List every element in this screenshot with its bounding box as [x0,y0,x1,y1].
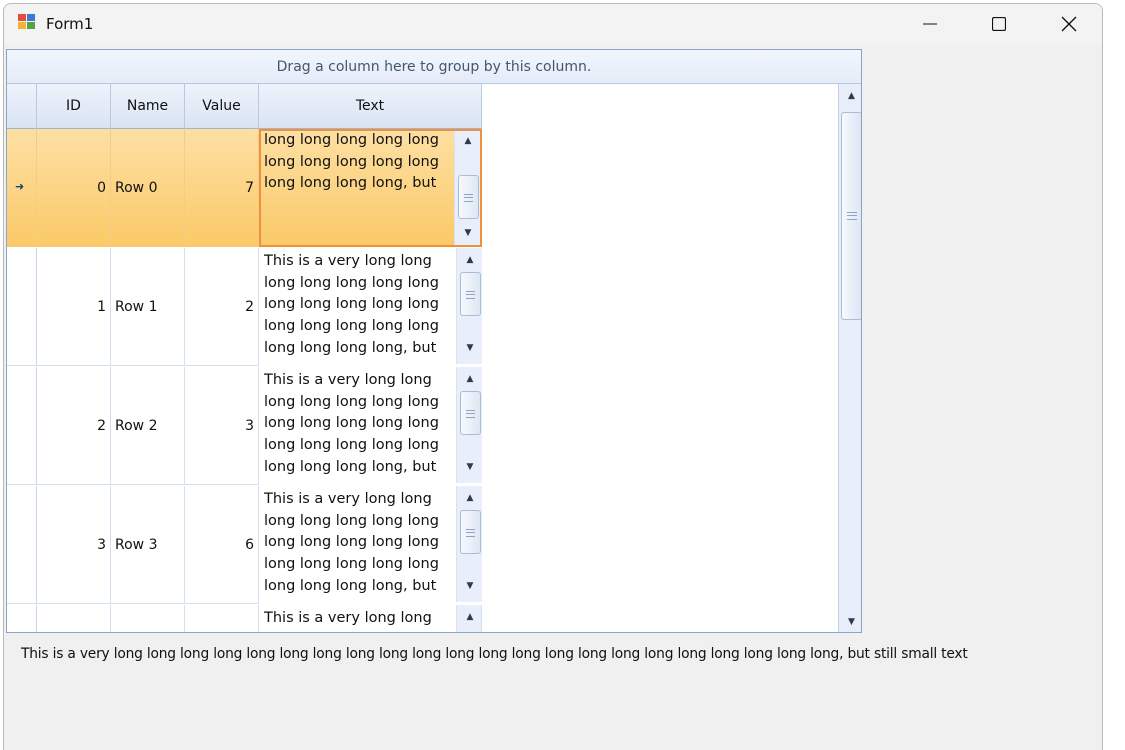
cell-name[interactable] [111,605,185,632]
cell-id[interactable]: 0 [37,129,111,247]
scroll-thumb[interactable] [460,510,481,554]
scroll-up-arrow-icon[interactable]: ▲ [457,250,483,270]
cell-id[interactable] [37,605,111,632]
long-text-label: This is a very long long long long long … [21,646,968,662]
column-header-text[interactable]: Text [259,84,482,129]
memo-text[interactable]: This is a very long long long long long … [264,489,454,598]
scroll-down-arrow-icon[interactable]: ▼ [455,223,481,243]
cell-id[interactable]: 2 [37,367,111,485]
scroll-down-arrow-icon[interactable]: ▼ [457,576,483,596]
scroll-thumb[interactable] [458,175,479,219]
memo-text[interactable]: long long long long long long long long … [264,130,454,195]
scroll-up-arrow-icon[interactable]: ▲ [455,131,481,151]
cell-name[interactable]: Row 0 [111,129,185,247]
scroll-up-arrow-icon[interactable]: ▲ [839,84,861,108]
memo-editor[interactable]: This is a very long long long long long … [259,486,482,604]
scroll-up-arrow-icon[interactable]: ▲ [457,607,481,627]
memo-editor[interactable]: long long long long long long long long … [259,129,482,247]
cell-value[interactable]: 2 [185,248,259,366]
column-header-id[interactable]: ID [37,84,111,129]
row-indicator-cell[interactable] [7,367,37,485]
maximize-icon [992,17,1006,31]
scroll-up-arrow-icon[interactable]: ▲ [457,369,483,389]
close-icon [1061,16,1077,32]
scroll-down-arrow-icon[interactable]: ▼ [457,457,483,477]
form1-window: Form1 Drag a column here to group by thi… [3,3,1103,750]
memo-scrollbar[interactable]: ▲ ▼ [456,486,482,602]
memo-scrollbar[interactable]: ▲ ▼ [456,248,482,364]
cell-value[interactable]: 6 [185,486,259,604]
cell-id[interactable]: 1 [37,248,111,366]
row-indicator-cell[interactable] [7,486,37,604]
memo-editor[interactable]: This is a very long long long long long … [259,248,482,366]
row-indicator-cell[interactable] [7,605,37,632]
cell-value[interactable]: 3 [185,367,259,485]
group-by-panel[interactable]: Drag a column here to group by this colu… [7,50,861,84]
grid-vertical-scrollbar[interactable]: ▲ ▼ [838,84,861,632]
scroll-thumb[interactable] [460,391,481,435]
header-indicator-cell[interactable] [7,84,37,129]
memo-scrollbar[interactable]: ▲ [456,605,481,632]
scroll-thumb[interactable] [460,272,481,316]
cell-text[interactable]: This is a very long long ▲ [259,605,482,632]
window-title: Form1 [46,15,94,33]
cell-name[interactable]: Row 3 [111,486,185,604]
row-pointer-icon: ➜ [15,180,25,193]
cell-text[interactable]: long long long long long long long long … [259,129,482,247]
memo-text[interactable]: This is a very long long long long long … [264,251,454,360]
scroll-down-arrow-icon[interactable]: ▼ [457,338,483,358]
scroll-thumb[interactable] [841,112,861,320]
cell-name[interactable]: Row 1 [111,248,185,366]
memo-scrollbar[interactable]: ▲ ▼ [456,367,482,483]
cell-text[interactable]: This is a very long long long long long … [259,486,482,604]
winforms-app-icon [18,14,36,31]
minimize-icon [923,23,937,25]
maximize-button[interactable] [964,4,1034,44]
title-bar[interactable]: Form1 [4,4,1102,44]
cell-text[interactable]: This is a very long long long long long … [259,248,482,366]
column-header-value[interactable]: Value [185,84,259,129]
scroll-up-arrow-icon[interactable]: ▲ [457,488,483,508]
memo-editor[interactable]: This is a very long long long long long … [259,367,482,485]
cell-value[interactable] [185,605,259,632]
memo-editor[interactable]: This is a very long long ▲ [259,605,481,632]
cell-value[interactable]: 7 [185,129,259,247]
close-button[interactable] [1034,4,1102,44]
memo-text[interactable]: This is a very long long long long long … [264,370,454,479]
cell-id[interactable]: 3 [37,486,111,604]
data-grid[interactable]: Drag a column here to group by this colu… [6,49,862,633]
column-header-name[interactable]: Name [111,84,185,129]
row-indicator-cell[interactable]: ➜ [7,129,37,247]
scroll-down-arrow-icon[interactable]: ▼ [839,610,861,632]
memo-scrollbar[interactable]: ▲ ▼ [454,131,480,245]
memo-text[interactable]: This is a very long long [264,608,454,630]
cell-name[interactable]: Row 2 [111,367,185,485]
minimize-button[interactable] [895,4,965,44]
row-indicator-cell[interactable] [7,248,37,366]
cell-text[interactable]: This is a very long long long long long … [259,367,482,485]
